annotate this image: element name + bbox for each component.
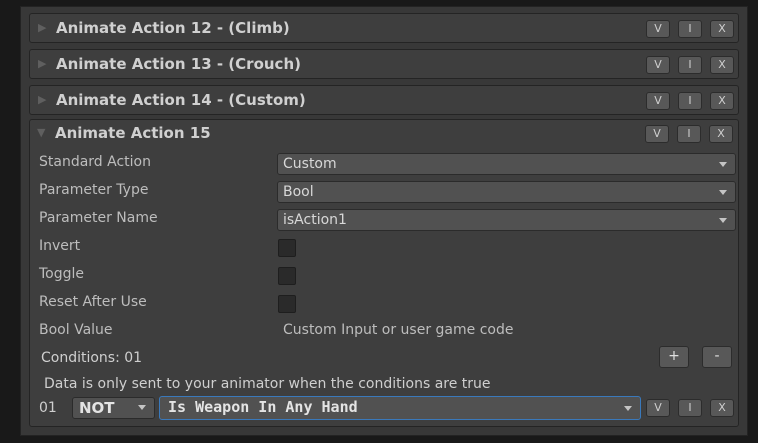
condition-delete-button[interactable]: X [710,399,734,417]
condition-type-dropdown[interactable]: Is Weapon In Any Hand [159,396,641,420]
condition-type-value: Is Weapon In Any Hand [168,398,358,416]
condition-insert-button[interactable]: I [678,399,702,417]
caret-down-icon [719,190,727,195]
caret-down-icon [719,162,727,167]
delete-button[interactable]: X [709,125,733,143]
add-condition-button[interactable]: + [659,346,689,368]
view-button[interactable]: V [646,56,670,74]
action-13-header[interactable]: ▶ Animate Action 13 - (Crouch) V I X [29,49,739,79]
action-15-header[interactable]: ▼ Animate Action 15 V I X [29,119,739,149]
condition-row: 01 NOT Is Weapon In Any Hand V I X [30,396,740,422]
view-button[interactable]: V [646,20,670,38]
triangle-right-icon[interactable]: ▶ [38,57,46,70]
toggle-label: Toggle [39,266,85,282]
parameter-type-value: Bool [283,184,314,200]
action-title: Animate Action 13 - (Crouch) [56,55,301,73]
triangle-down-icon[interactable]: ▼ [37,126,45,139]
condition-operator-value: NOT [79,399,115,417]
standard-action-label: Standard Action [39,154,151,170]
parameter-name-value: isAction1 [283,212,347,228]
delete-button[interactable]: X [710,92,734,110]
condition-view-button[interactable]: V [646,399,670,417]
action-14-header[interactable]: ▶ Animate Action 14 - (Custom) V I X [29,85,739,115]
animate-actions-panel: ▶ Animate Action 12 - (Climb) V I X ▶ An… [20,6,748,436]
insert-button[interactable]: I [678,92,702,110]
parameter-name-dropdown[interactable]: isAction1 [277,209,736,231]
invert-checkbox[interactable] [278,239,296,257]
invert-label: Invert [39,238,81,254]
view-button[interactable]: V [646,92,670,110]
action-title: Animate Action 15 [55,124,211,142]
delete-button[interactable]: X [710,56,734,74]
caret-down-icon [624,406,632,411]
toggle-checkbox[interactable] [278,267,296,285]
insert-button[interactable]: I [678,20,702,38]
standard-action-dropdown[interactable]: Custom [277,153,736,175]
action-title: Animate Action 12 - (Climb) [56,19,290,37]
delete-button[interactable]: X [710,20,734,38]
condition-operator-dropdown[interactable]: NOT [72,397,155,419]
parameter-name-label: Parameter Name [39,210,158,226]
bool-value-text: Custom Input or user game code [283,322,514,338]
parameter-type-label: Parameter Type [39,182,149,198]
bool-value-label: Bool Value [39,322,113,338]
action-title: Animate Action 14 - (Custom) [56,91,306,109]
triangle-right-icon[interactable]: ▶ [38,93,46,106]
insert-button[interactable]: I [678,56,702,74]
caret-down-icon [719,218,727,223]
insert-button[interactable]: I [677,125,701,143]
caret-down-icon [138,405,146,410]
standard-action-value: Custom [283,156,337,172]
parameter-type-dropdown[interactable]: Bool [277,181,736,203]
condition-index: 01 [39,400,57,416]
action-12-header[interactable]: ▶ Animate Action 12 - (Climb) V I X [29,13,739,43]
action-15-panel: ▼ Animate Action 15 V I X Standard Actio… [29,119,739,427]
remove-condition-button[interactable]: - [702,346,732,368]
conditions-info-text: Data is only sent to your animator when … [44,376,491,392]
reset-after-use-checkbox[interactable] [278,295,296,313]
reset-after-use-label: Reset After Use [39,294,147,310]
triangle-right-icon[interactable]: ▶ [38,21,46,34]
view-button[interactable]: V [645,125,669,143]
conditions-label: Conditions: 01 [41,350,143,366]
